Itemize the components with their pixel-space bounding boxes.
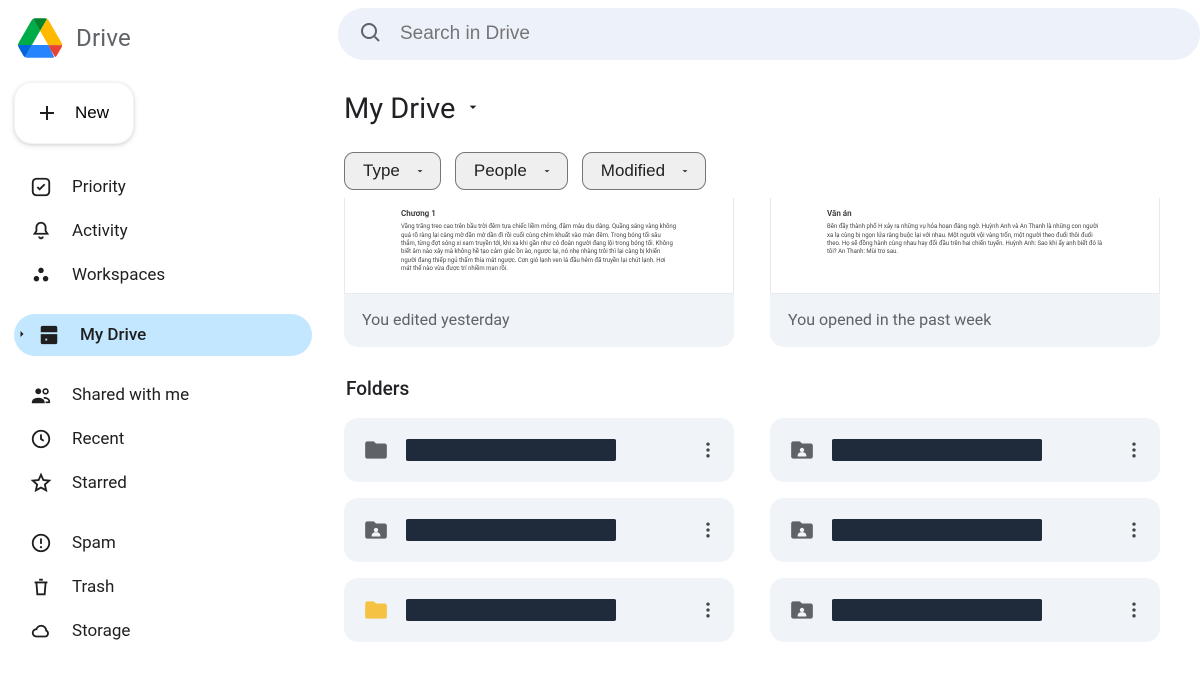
- nav-starred[interactable]: Starred: [14, 462, 312, 504]
- priority-icon: [28, 174, 54, 200]
- folder-icon: [362, 596, 390, 624]
- folder-card[interactable]: [770, 578, 1160, 642]
- chip-label: Type: [363, 161, 400, 181]
- nav-recent[interactable]: Recent: [14, 418, 312, 460]
- filter-type[interactable]: Type: [344, 152, 441, 190]
- drive-icon: [36, 322, 62, 348]
- folder-more-button[interactable]: [1116, 592, 1152, 628]
- nav-label: Activity: [72, 221, 128, 241]
- nav-shared[interactable]: Shared with me: [14, 374, 312, 416]
- brand-name: Drive: [76, 24, 131, 52]
- folder-shared-icon: [362, 516, 390, 544]
- chevron-down-icon: [679, 165, 691, 177]
- search-icon: [358, 20, 382, 48]
- chevron-down-icon: [541, 165, 553, 177]
- main-area: My Drive Type People Modified: [320, 0, 1200, 675]
- nav-my-drive[interactable]: My Drive: [14, 314, 312, 356]
- preview-title: Chương 1: [401, 208, 677, 219]
- nav-list: Priority Activity Workspaces: [14, 166, 312, 652]
- folder-card[interactable]: [344, 578, 734, 642]
- trash-icon: [28, 574, 54, 600]
- filter-modified[interactable]: Modified: [582, 152, 706, 190]
- folder-card[interactable]: [344, 418, 734, 482]
- preview-body: Bên đầy thành phố H xảy ra những vụ hỏa …: [827, 223, 1103, 257]
- folder-shared-icon: [788, 596, 816, 624]
- nav-label: Spam: [72, 533, 116, 553]
- nav-trash[interactable]: Trash: [14, 566, 312, 608]
- chevron-down-icon: [414, 165, 426, 177]
- filter-people[interactable]: People: [455, 152, 568, 190]
- sidebar: Drive New Priority Activity: [0, 0, 320, 675]
- folder-shared-icon: [788, 436, 816, 464]
- chip-label: Modified: [601, 161, 665, 181]
- chevron-down-icon: [465, 99, 481, 119]
- plus-icon: [35, 101, 59, 125]
- folder-more-button[interactable]: [1116, 432, 1152, 468]
- nav-activity[interactable]: Activity: [14, 210, 312, 252]
- folder-more-button[interactable]: [690, 432, 726, 468]
- suggested-row: Chương 1 Vầng trăng treo cao trên bầu tr…: [344, 196, 1200, 347]
- more-vert-icon: [1124, 520, 1144, 540]
- suggested-status: You opened in the past week: [770, 294, 1160, 347]
- folder-card[interactable]: [344, 498, 734, 562]
- bell-icon: [28, 218, 54, 244]
- more-vert-icon: [698, 520, 718, 540]
- folder-more-button[interactable]: [690, 592, 726, 628]
- nav-label: Trash: [72, 577, 114, 597]
- nav-label: Storage: [72, 621, 130, 641]
- nav-label: Shared with me: [72, 385, 189, 405]
- nav-workspaces[interactable]: Workspaces: [14, 254, 312, 296]
- spam-icon: [28, 530, 54, 556]
- nav-label: Starred: [72, 473, 127, 493]
- doc-preview: Chương 1 Vầng trăng treo cao trên bầu tr…: [344, 198, 734, 294]
- folder-name-redacted: [406, 599, 616, 621]
- folders-section-title: Folders: [346, 377, 1200, 400]
- suggested-status: You edited yesterday: [344, 294, 734, 347]
- caret-right-icon: [16, 325, 28, 345]
- folder-card[interactable]: [770, 418, 1160, 482]
- clock-icon: [28, 426, 54, 452]
- nav-priority[interactable]: Priority: [14, 166, 312, 208]
- nav-label: Workspaces: [72, 265, 165, 285]
- folder-more-button[interactable]: [1116, 512, 1152, 548]
- filter-chips: Type People Modified: [344, 152, 1200, 190]
- search-bar[interactable]: [338, 8, 1200, 60]
- folder-name-redacted: [406, 439, 616, 461]
- brand-row: Drive: [14, 10, 312, 76]
- more-vert-icon: [1124, 440, 1144, 460]
- folder-card[interactable]: [770, 498, 1160, 562]
- chip-label: People: [474, 161, 527, 181]
- doc-preview: Văn án Bên đầy thành phố H xảy ra những …: [770, 198, 1160, 294]
- preview-body: Vầng trăng treo cao trên bầu trời đêm tự…: [401, 223, 677, 273]
- folder-name-redacted: [406, 519, 616, 541]
- workspaces-icon: [28, 262, 54, 288]
- more-vert-icon: [698, 440, 718, 460]
- folder-shared-icon: [788, 516, 816, 544]
- star-icon: [28, 470, 54, 496]
- more-vert-icon: [698, 600, 718, 620]
- preview-title: Văn án: [827, 208, 1103, 219]
- people-icon: [28, 382, 54, 408]
- nav-label: Recent: [72, 429, 124, 449]
- cloud-icon: [28, 618, 54, 644]
- drive-logo-icon: [18, 18, 62, 58]
- new-button-label: New: [75, 103, 109, 123]
- breadcrumb[interactable]: My Drive: [344, 92, 1200, 126]
- nav-storage[interactable]: Storage: [14, 610, 312, 652]
- page-title: My Drive: [344, 92, 455, 126]
- search-input[interactable]: [400, 23, 1180, 45]
- folder-icon: [362, 436, 390, 464]
- folder-grid: [344, 418, 1200, 642]
- nav-label: My Drive: [80, 325, 146, 345]
- nav-label: Priority: [72, 177, 126, 197]
- suggested-card[interactable]: Chương 1 Vầng trăng treo cao trên bầu tr…: [344, 198, 734, 347]
- folder-name-redacted: [832, 519, 1042, 541]
- suggested-card[interactable]: Văn án Bên đầy thành phố H xảy ra những …: [770, 198, 1160, 347]
- more-vert-icon: [1124, 600, 1144, 620]
- folder-more-button[interactable]: [690, 512, 726, 548]
- new-button[interactable]: New: [14, 82, 134, 144]
- folder-name-redacted: [832, 599, 1042, 621]
- nav-spam[interactable]: Spam: [14, 522, 312, 564]
- folder-name-redacted: [832, 439, 1042, 461]
